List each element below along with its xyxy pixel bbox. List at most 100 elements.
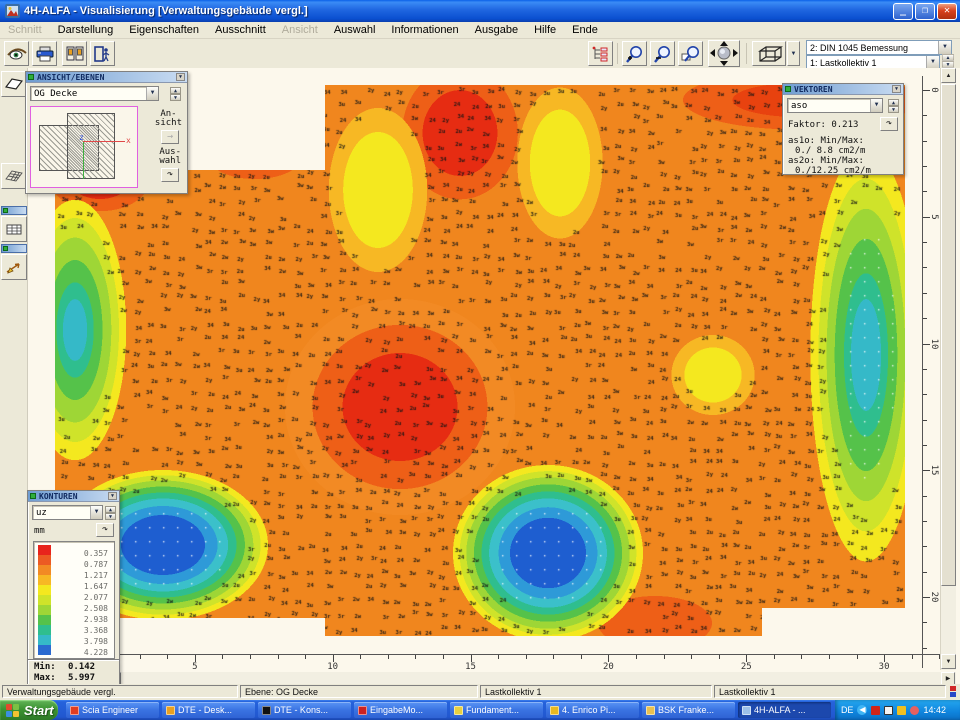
maximize-button[interactable]: ❐: [915, 3, 935, 20]
keyboard-lang[interactable]: DE: [841, 705, 854, 715]
start-button[interactable]: Start: [0, 700, 58, 720]
level-spin-down[interactable]: ▼: [170, 94, 181, 101]
taskbar-item-eingabemo-[interactable]: EingabeMo...: [354, 702, 447, 718]
statusbar: Verwaltungsgebäude vergl. Ebene: OG Deck…: [0, 684, 960, 700]
legend-swatches: [38, 545, 51, 655]
menu-item-ausschnitt[interactable]: Ausschnitt: [207, 23, 274, 37]
pan-button[interactable]: [708, 40, 740, 67]
contour-refresh-button[interactable]: ↷: [96, 523, 114, 537]
scroll-up-icon[interactable]: ▲: [941, 68, 956, 83]
x-tick: [471, 655, 472, 662]
x-tick-label: 15: [465, 662, 476, 672]
contour-spin-down[interactable]: ▼: [105, 513, 116, 520]
menu-item-informationen[interactable]: Informationen: [383, 23, 466, 37]
vector-spin-up[interactable]: ▲: [888, 99, 899, 106]
auswahl-button[interactable]: ↷: [161, 168, 179, 182]
floorplan-thumbnail[interactable]: z x: [30, 106, 138, 188]
menu-item-darstellung[interactable]: Darstellung: [50, 23, 122, 37]
ansicht-panel-titlebar[interactable]: ANSICHT/EBENEN ▼: [26, 72, 187, 83]
tray-app-icon[interactable]: [871, 706, 880, 715]
floorplan-hatch: [67, 113, 115, 179]
dte-console-icon: [262, 706, 271, 715]
zoom-out-button[interactable]: [650, 41, 675, 66]
tray-update-icon[interactable]: [910, 706, 919, 715]
exit-button[interactable]: [90, 41, 115, 66]
task-buttons: Scia EngineerDTE - Desk...DTE - Kons...E…: [66, 702, 831, 718]
vector-combo[interactable]: aso ▼: [787, 98, 883, 113]
panel-collapse-icon[interactable]: ▼: [892, 85, 901, 93]
konturen-panel-titlebar[interactable]: KONTUREN ▼: [28, 491, 119, 502]
display-options-button[interactable]: [588, 41, 613, 66]
vertical-scrollbar[interactable]: ▲ ▼: [940, 68, 956, 670]
legend-swatch: [38, 645, 51, 655]
x-tick: [167, 655, 168, 659]
collapsed-panel-results[interactable]: [1, 206, 27, 215]
task-label: BSK Franke...: [658, 705, 714, 715]
taskbar-item-4h-alfa-[interactable]: 4H-ALFA - ...: [738, 702, 831, 718]
panel-collapse-icon[interactable]: ▼: [108, 492, 117, 500]
vertical-scroll-thumb[interactable]: [941, 84, 956, 586]
view-3d-dropdown[interactable]: ▼: [787, 41, 800, 66]
table-button[interactable]: [1, 216, 27, 242]
panel-icon: [785, 86, 791, 92]
loadcase-spin-up[interactable]: ▲: [942, 54, 954, 61]
panel-collapse-icon[interactable]: ▼: [176, 73, 185, 81]
x-tick-label: 25: [741, 662, 752, 672]
print-button[interactable]: [32, 41, 57, 66]
scroll-down-icon[interactable]: ▼: [941, 654, 956, 669]
as2-label: as2o: Min/Max:: [788, 156, 864, 166]
y-tick-label: 10: [929, 338, 939, 349]
taskbar-item-dte-desk-[interactable]: DTE - Desk...: [162, 702, 255, 718]
contour-combo[interactable]: uz ▼: [32, 505, 103, 520]
vector-spin-down[interactable]: ▼: [888, 106, 899, 113]
plane-view-button[interactable]: [1, 71, 27, 97]
vector-tool-button[interactable]: [1, 254, 27, 280]
level-spin-up[interactable]: ▲: [170, 87, 181, 94]
menu-item-eigenschaften[interactable]: Eigenschaften: [121, 23, 207, 37]
taskbar-item-dte-kons-[interactable]: DTE - Kons...: [258, 702, 351, 718]
taskbar-item-4-enrico-pi-[interactable]: 4. Enrico Pi...: [546, 702, 639, 718]
zoom-out-icon: [653, 45, 672, 63]
zoom-window-button[interactable]: [678, 41, 703, 66]
taskbar-item-fundament-[interactable]: Fundament...: [450, 702, 543, 718]
panel-icon: [3, 208, 8, 213]
contour-spin-up[interactable]: ▲: [105, 506, 116, 513]
x-tick: [443, 655, 444, 659]
menu-item-hilfe[interactable]: Hilfe: [526, 23, 564, 37]
taskbar-item-bsk-franke-[interactable]: BSK Franke...: [642, 702, 735, 718]
taskbar-item-scia-engineer[interactable]: Scia Engineer: [66, 702, 159, 718]
min-label: Min:: [34, 662, 56, 672]
x-tick: [857, 655, 858, 659]
menu-item-ende[interactable]: Ende: [564, 23, 606, 37]
close-button[interactable]: ✕: [937, 3, 957, 20]
tray-pencil-icon[interactable]: [897, 706, 906, 715]
view-3d-button[interactable]: [752, 41, 786, 66]
loadcase-spin-down[interactable]: ▼: [942, 61, 954, 68]
y-tick: [923, 546, 927, 547]
tree-list-icon: [592, 46, 609, 62]
chevron-down-icon: ▼: [146, 87, 158, 100]
vektoren-panel-titlebar[interactable]: VEKTOREN ▼: [783, 84, 903, 95]
tray-app-icon[interactable]: [884, 706, 893, 715]
level-combo[interactable]: OG Decke ▼: [30, 86, 159, 101]
zoom-in-button[interactable]: [622, 41, 647, 66]
mesh-button[interactable]: [1, 163, 27, 189]
menu-item-auswahl[interactable]: Auswahl: [326, 23, 384, 37]
chevron-down-icon: ▼: [791, 51, 797, 57]
menu-item-ausgabe[interactable]: Ausgabe: [467, 23, 526, 37]
application-window: 4H-ALFA - Visualisierung [Verwaltungsgeb…: [0, 0, 960, 720]
ansicht-apply-button[interactable]: →: [161, 130, 179, 144]
tray-chevron-icon[interactable]: ◀: [857, 705, 867, 715]
collapsed-panel-vectors[interactable]: [1, 244, 27, 253]
design-combo[interactable]: 2: DIN 1045 Bemessung ▼: [806, 40, 952, 55]
minimize-button[interactable]: _: [893, 3, 913, 20]
x-tick: [801, 655, 802, 659]
book-icon: [66, 46, 84, 61]
help-book-button[interactable]: [62, 41, 87, 66]
faktor-refresh-button[interactable]: ↷: [880, 117, 898, 131]
preview-button[interactable]: [4, 41, 29, 66]
legend-swatch: [38, 625, 51, 635]
drawing-area: 051015202530 05101520 ▲ ▼ ◀ ▶: [0, 68, 960, 684]
x-tick-label: 20: [603, 662, 614, 672]
max-value: 5.997: [68, 673, 95, 683]
